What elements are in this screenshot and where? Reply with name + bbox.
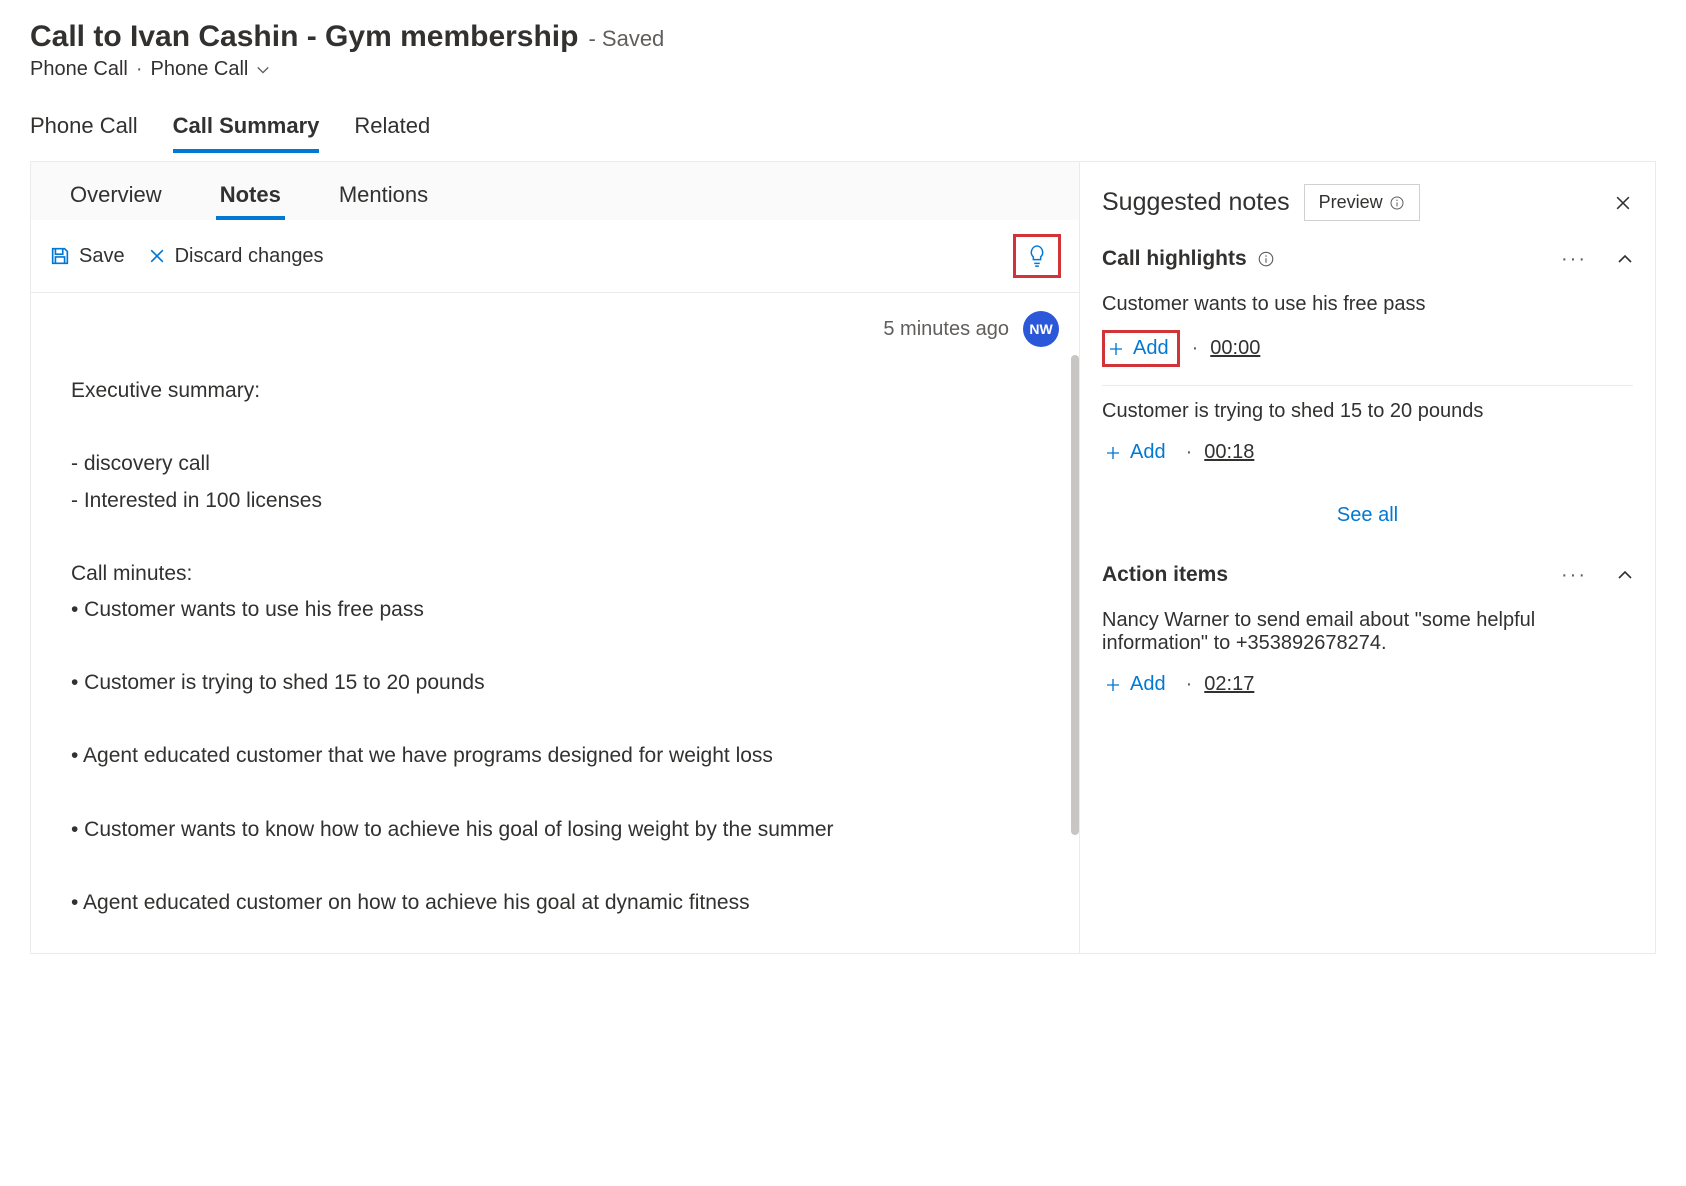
action-text: Nancy Warner to send email about "some h… — [1102, 609, 1633, 655]
preview-label: Preview — [1319, 192, 1383, 213]
discard-button[interactable]: Discard changes — [147, 245, 324, 268]
main-tabs: Phone Call Call Summary Related — [0, 91, 1686, 153]
info-icon[interactable] — [1257, 250, 1275, 268]
add-button[interactable]: Add — [1102, 437, 1174, 468]
note-line: Call minutes: — [71, 558, 1039, 591]
close-button[interactable] — [1613, 193, 1633, 213]
subtab-notes[interactable]: Notes — [216, 174, 285, 220]
lightbulb-icon — [1026, 243, 1048, 269]
note-line — [71, 631, 1039, 664]
highlight-item: Customer wants to use his free pass Add · 0… — [1080, 279, 1655, 385]
saved-status: - Saved — [588, 26, 664, 52]
note-line — [71, 412, 1039, 445]
note-body[interactable]: Executive summary: - discovery call - Int… — [31, 355, 1079, 953]
suggested-notes-title: Suggested notes — [1102, 188, 1290, 217]
note-line: • Agent educated customer on how to achi… — [71, 887, 1039, 920]
add-button[interactable]: Add — [1102, 669, 1174, 700]
dot-separator: · — [1186, 441, 1193, 464]
page-title: Call to Ivan Cashin - Gym membership — [30, 20, 578, 54]
note-line: - Interested in 100 licenses — [71, 485, 1039, 518]
note-line: • Customer wants to use his free pass — [71, 594, 1039, 627]
notes-toolbar: Save Discard changes — [31, 220, 1079, 293]
tab-phone-call[interactable]: Phone Call — [30, 113, 138, 153]
dot-separator: · — [1192, 337, 1199, 360]
save-icon — [49, 245, 71, 267]
see-all-link[interactable]: See all — [1337, 504, 1398, 526]
chevron-up-icon[interactable] — [1617, 567, 1633, 583]
note-line: Executive summary: — [71, 375, 1039, 408]
highlight-text: Customer wants to use his free pass — [1102, 293, 1633, 316]
timestamp-link[interactable]: 02:17 — [1204, 673, 1254, 696]
scrollbar-thumb[interactable] — [1071, 355, 1079, 835]
save-label: Save — [79, 245, 125, 268]
discard-label: Discard changes — [175, 245, 324, 268]
call-highlights-title: Call highlights — [1102, 247, 1247, 271]
dot-separator: · — [136, 58, 143, 81]
add-button[interactable]: Add — [1102, 330, 1180, 367]
timestamp-link[interactable]: 00:18 — [1204, 441, 1254, 464]
sub-tabs: Overview Notes Mentions — [31, 162, 1079, 220]
note-line — [71, 704, 1039, 737]
dot-separator: · — [1186, 673, 1193, 696]
entity-type: Phone Call — [30, 58, 128, 81]
actions-more-button[interactable]: ··· — [1561, 564, 1587, 587]
note-line — [71, 777, 1039, 810]
avatar[interactable]: NW — [1023, 311, 1059, 347]
action-item: Nancy Warner to send email about "some h… — [1080, 595, 1655, 718]
note-line: - discovery call — [71, 448, 1039, 481]
highlights-more-button[interactable]: ··· — [1561, 248, 1587, 271]
note-timestamp: 5 minutes ago — [883, 318, 1009, 341]
save-button[interactable]: Save — [49, 245, 125, 268]
note-line — [71, 850, 1039, 883]
close-icon — [147, 246, 167, 266]
info-icon — [1389, 195, 1405, 211]
plus-icon — [1107, 340, 1125, 358]
note-line: • Customer is trying to shed 15 to 20 po… — [71, 667, 1039, 700]
note-line — [71, 521, 1039, 554]
action-items-title: Action items — [1102, 563, 1228, 587]
note-line: • Customer wants to know how to achieve … — [71, 814, 1039, 847]
plus-icon — [1104, 444, 1122, 462]
note-line: • Agent educated customer that we have p… — [71, 740, 1039, 773]
chevron-up-icon[interactable] — [1617, 251, 1633, 267]
close-icon — [1613, 193, 1633, 213]
tab-related[interactable]: Related — [354, 113, 430, 153]
tab-call-summary[interactable]: Call Summary — [173, 113, 320, 153]
timestamp-link[interactable]: 00:00 — [1210, 337, 1260, 360]
highlight-text: Customer is trying to shed 15 to 20 poun… — [1102, 400, 1633, 423]
preview-button[interactable]: Preview — [1304, 184, 1420, 221]
subtab-mentions[interactable]: Mentions — [335, 174, 432, 220]
chevron-down-icon[interactable] — [256, 63, 270, 77]
subtab-overview[interactable]: Overview — [66, 174, 166, 220]
highlight-item: Customer is trying to shed 15 to 20 poun… — [1080, 386, 1655, 486]
plus-icon — [1104, 676, 1122, 694]
lightbulb-callout[interactable] — [1013, 234, 1061, 278]
form-selector[interactable]: Phone Call — [151, 58, 249, 81]
